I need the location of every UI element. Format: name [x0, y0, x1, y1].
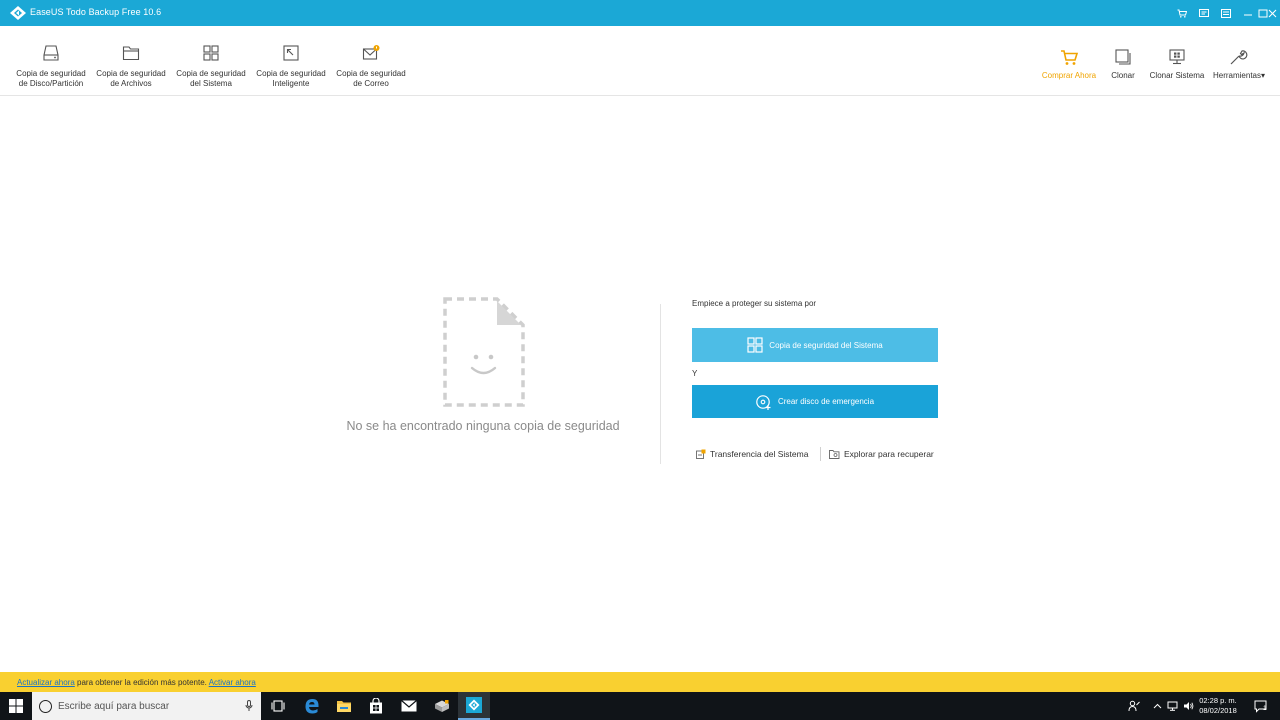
store-taskbar-button[interactable]: [360, 692, 392, 720]
mail-taskbar-button[interactable]: [393, 692, 425, 720]
message-icon[interactable]: [1193, 0, 1215, 26]
clone-system-button[interactable]: Clonar Sistema: [1146, 26, 1208, 96]
edge-taskbar-button[interactable]: [296, 692, 328, 720]
tools-menu-button[interactable]: Herramientas▾: [1210, 26, 1268, 96]
empty-message: No se ha encontrado ninguna copia de seg…: [346, 419, 620, 433]
smart-arrow-icon: [283, 45, 299, 61]
tool-label: Copia de seguridad del Sistema: [176, 69, 246, 88]
easeus-taskbar-button[interactable]: [458, 692, 490, 720]
clone-system-icon: [1169, 49, 1185, 65]
folder-icon: [122, 46, 140, 61]
wrench-icon: [1230, 50, 1248, 65]
transfer-icon: [696, 449, 706, 459]
tool-label: Copia de seguridad de Archivos: [96, 69, 166, 88]
cortana-icon: [39, 700, 52, 713]
start-protect-label: Empiece a proteger su sistema por: [692, 299, 817, 308]
package-app-icon: [435, 700, 449, 712]
disc-add-icon: [756, 394, 771, 410]
disk-icon: [43, 45, 59, 61]
system-backup-button-label: Copia de seguridad del Sistema: [769, 340, 883, 350]
title-bar: EaseUS Todo Backup Free 10.6: [0, 0, 1280, 26]
tool-label: Copia de seguridad de Correo: [336, 69, 406, 88]
clone-label: Clonar: [1111, 71, 1135, 80]
clone-button[interactable]: Clonar: [1106, 26, 1140, 96]
create-emergency-disk-label: Crear disco de emergencia: [777, 397, 875, 406]
file-explorer-taskbar-button[interactable]: [328, 692, 360, 720]
app-taskbar-button[interactable]: [426, 692, 458, 720]
notification-center-button[interactable]: 1: [1250, 692, 1272, 720]
network-icon[interactable]: [1165, 692, 1179, 720]
cart-icon: [1061, 50, 1079, 65]
mail-icon: [362, 45, 380, 60]
easeus-app-icon: [466, 697, 482, 713]
windows-start-icon: [9, 699, 23, 713]
file-explorer-icon: [337, 701, 351, 712]
buy-now-button[interactable]: Comprar Ahora: [1038, 26, 1100, 96]
upgrade-message: para obtener la edición más potente.: [74, 678, 209, 687]
tools-label: Herramientas▾: [1212, 71, 1266, 80]
store-bag-icon: [370, 698, 382, 714]
volume-icon[interactable]: [1181, 692, 1195, 720]
system-backup-button[interactable]: Copia de seguridad del Sistema: [692, 328, 938, 362]
people-tray-icon[interactable]: [1126, 692, 1142, 720]
windows-icon: [203, 45, 219, 61]
taskbar: 02:28 p. m. 08/02/2018 1: [0, 692, 1280, 720]
clone-icon: [1115, 49, 1131, 65]
easeus-logo-icon: [10, 6, 26, 20]
toolbar: Copia de seguridad de Disco/Partición Cop…: [0, 26, 1280, 96]
create-emergency-disk-button[interactable]: Crear disco de emergencia: [692, 385, 938, 418]
microphone-icon[interactable]: [245, 700, 253, 712]
notification-count: 1: [1263, 705, 1267, 712]
start-button[interactable]: [0, 692, 32, 720]
tool-label: Copia de seguridad Inteligente: [256, 69, 326, 88]
cart-small-icon[interactable]: [1171, 0, 1193, 26]
close-button[interactable]: [1264, 0, 1280, 26]
buy-now-label: Comprar Ahora: [1041, 71, 1097, 80]
link-separator: [820, 447, 821, 461]
menu-icon[interactable]: [1215, 0, 1237, 26]
explore-folder-icon: [829, 450, 840, 459]
tool-label: Copia de seguridad de Disco/Partición: [16, 69, 86, 88]
chevron-up-icon[interactable]: [1150, 692, 1164, 720]
explore-to-recover-label: Explorar para recuperar: [844, 449, 934, 459]
clock-date: 08/02/2018: [1199, 706, 1237, 715]
system-transfer-label: Transferencia del Sistema: [710, 449, 809, 459]
window-title: EaseUS Todo Backup Free 10.6: [30, 7, 162, 17]
activate-now-link[interactable]: Activar ahora: [209, 678, 256, 687]
task-view-icon: [271, 700, 285, 712]
empty-backup-file-icon: [443, 297, 525, 407]
update-now-link[interactable]: Actualizar ahora: [17, 678, 75, 687]
taskbar-clock[interactable]: 02:28 p. m. 08/02/2018: [1196, 696, 1240, 716]
system-backup-tool-button[interactable]: Copia de seguridad del Sistema: [171, 26, 251, 96]
search-input[interactable]: [58, 698, 238, 714]
windows-icon: [747, 337, 763, 353]
upgrade-bar: Actualizar ahora para obtener la edición…: [0, 672, 1280, 692]
clone-system-label: Clonar Sistema: [1149, 71, 1205, 80]
system-transfer-link[interactable]: Transferencia del Sistema: [696, 449, 808, 459]
mail-backup-button[interactable]: Copia de seguridad de Correo: [331, 26, 411, 96]
and-label: Y: [692, 369, 698, 378]
smart-backup-button[interactable]: Copia de seguridad Inteligente: [251, 26, 331, 96]
edge-browser-icon: [305, 699, 319, 714]
disk-partition-backup-button[interactable]: Copia de seguridad de Disco/Partición: [11, 26, 91, 96]
mail-app-icon: [401, 700, 417, 712]
explore-to-recover-link[interactable]: Explorar para recuperar: [829, 449, 934, 459]
clock-time: 02:28 p. m.: [1199, 696, 1237, 705]
file-backup-button[interactable]: Copia de seguridad de Archivos: [91, 26, 171, 96]
taskbar-search-box[interactable]: [32, 692, 261, 720]
vertical-divider: [660, 304, 661, 464]
task-view-button[interactable]: [262, 692, 294, 720]
